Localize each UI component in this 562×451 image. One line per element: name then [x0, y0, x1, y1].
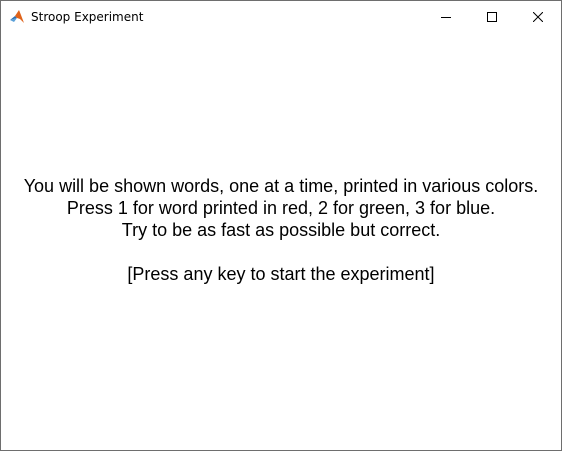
instruction-line-3: Try to be as fast as possible but correc… — [121, 220, 441, 240]
instruction-line-2: Press 1 for word printed in red, 2 for g… — [66, 198, 496, 218]
maximize-button[interactable] — [469, 1, 515, 32]
matlab-icon — [9, 9, 25, 25]
instructions-text: You will be shown words, one at a time, … — [1, 175, 561, 285]
window-title: Stroop Experiment — [31, 10, 144, 24]
start-prompt: [Press any key to start the experiment] — [127, 264, 435, 284]
close-button[interactable] — [515, 1, 561, 32]
minimize-icon — [441, 16, 451, 18]
minimize-button[interactable] — [423, 1, 469, 32]
close-icon — [533, 11, 543, 22]
maximize-icon — [487, 11, 497, 22]
instruction-line-1: You will be shown words, one at a time, … — [23, 176, 539, 196]
experiment-canvas[interactable]: You will be shown words, one at a time, … — [1, 32, 561, 450]
app-window: Stroop Experiment You will be shown word… — [0, 0, 562, 451]
title-bar[interactable]: Stroop Experiment — [1, 1, 561, 32]
